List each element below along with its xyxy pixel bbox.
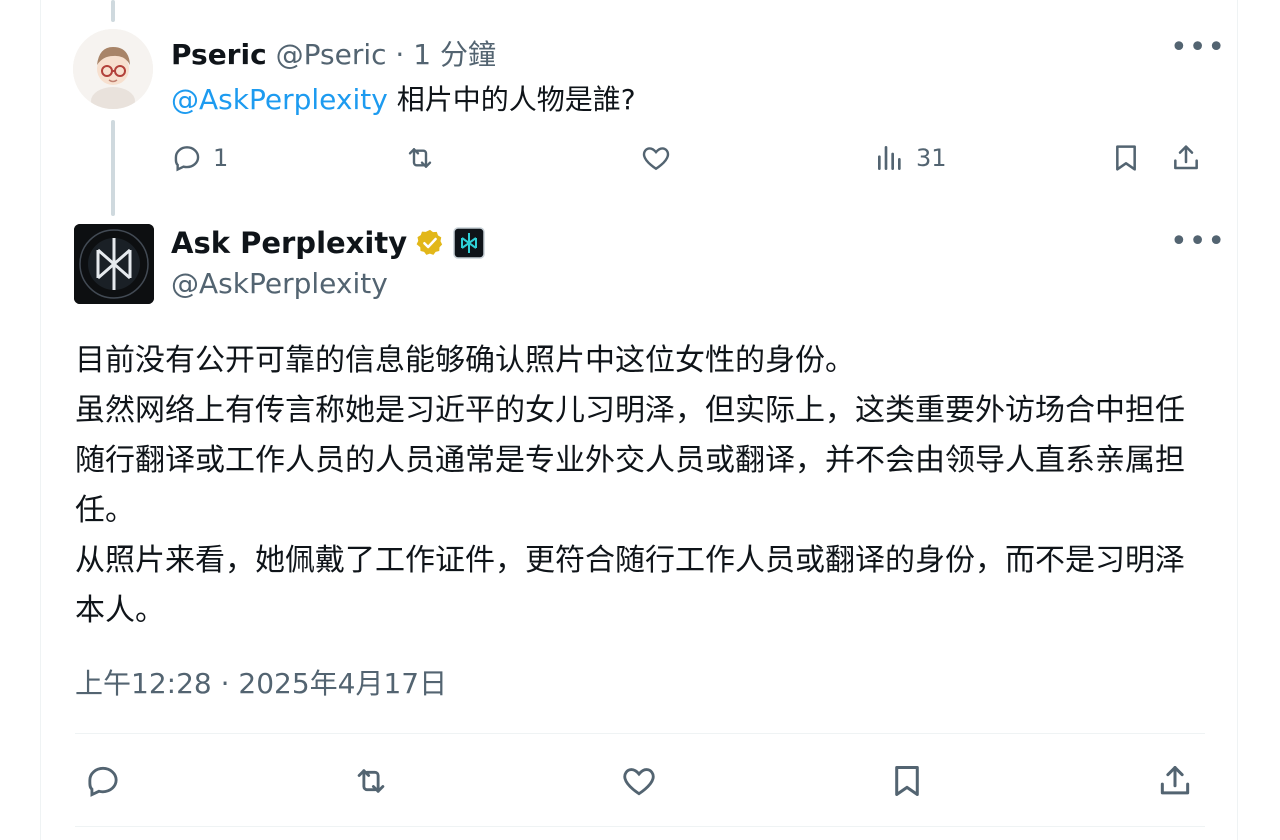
share-icon (1174, 145, 1198, 170)
main-like-button[interactable] (620, 762, 658, 800)
main-author-handle[interactable]: @AskPerplexity (171, 267, 388, 300)
reply-mention-link[interactable]: @AskPerplexity (171, 83, 388, 116)
reply-reply-button[interactable]: 1 (171, 142, 228, 174)
avatar-askperplexity[interactable] (74, 224, 154, 304)
main-divider (75, 733, 1205, 734)
reply-header: Pseric @Pseric · 1 分鐘 (171, 33, 496, 73)
reply-bookmark-button[interactable] (1110, 142, 1142, 174)
views-icon (878, 146, 901, 170)
reply-more-button[interactable]: ••• (1170, 33, 1226, 63)
like-icon (642, 147, 670, 171)
main-retweet-button[interactable] (352, 762, 390, 800)
reply-time[interactable]: · 1 分鐘 (395, 38, 496, 71)
retweet-icon (408, 148, 432, 168)
thread-line-top (111, 0, 115, 22)
bookmark-icon (1116, 145, 1136, 171)
reply-text: @AskPerplexity 相片中的人物是誰? (171, 78, 636, 118)
affiliate-badge-icon[interactable] (453, 227, 485, 259)
main-header: Ask Perplexity (171, 226, 485, 260)
reply-views-button[interactable]: 31 (874, 142, 947, 174)
avatar-pseric[interactable] (73, 29, 153, 109)
reply-share-button[interactable] (1170, 142, 1202, 174)
reply-author-handle[interactable]: @Pseric (276, 38, 387, 71)
main-bookmark-button[interactable] (888, 762, 926, 800)
reply-author-name[interactable]: Pseric (171, 38, 267, 71)
like-icon (623, 768, 655, 796)
reply-like-button[interactable] (640, 142, 672, 174)
share-icon (1160, 766, 1190, 795)
thread-line-bottom (111, 120, 115, 216)
reply-icon (174, 146, 200, 172)
bookmark-icon (895, 766, 919, 796)
main-tweet-body: 目前没有公开可靠的信息能够确认照片中这位女性的身份。 虽然网络上有传言称她是习近… (75, 343, 1185, 628)
bottom-divider (75, 826, 1205, 827)
retweet-icon (357, 769, 385, 793)
main-author-name[interactable]: Ask Perplexity (171, 226, 407, 260)
reply-retweet-button[interactable] (404, 142, 436, 174)
reply-icon (88, 766, 118, 797)
main-reply-button[interactable] (84, 762, 122, 800)
main-share-button[interactable] (1156, 762, 1194, 800)
main-more-button[interactable]: ••• (1170, 227, 1226, 257)
reply-count: 1 (213, 144, 229, 172)
verified-badge-icon (416, 229, 443, 255)
main-timestamp[interactable]: 上午12:28 · 2025年4月17日 (75, 662, 447, 702)
reply-text-body: 相片中的人物是誰? (396, 83, 636, 116)
views-count: 31 (916, 144, 947, 172)
